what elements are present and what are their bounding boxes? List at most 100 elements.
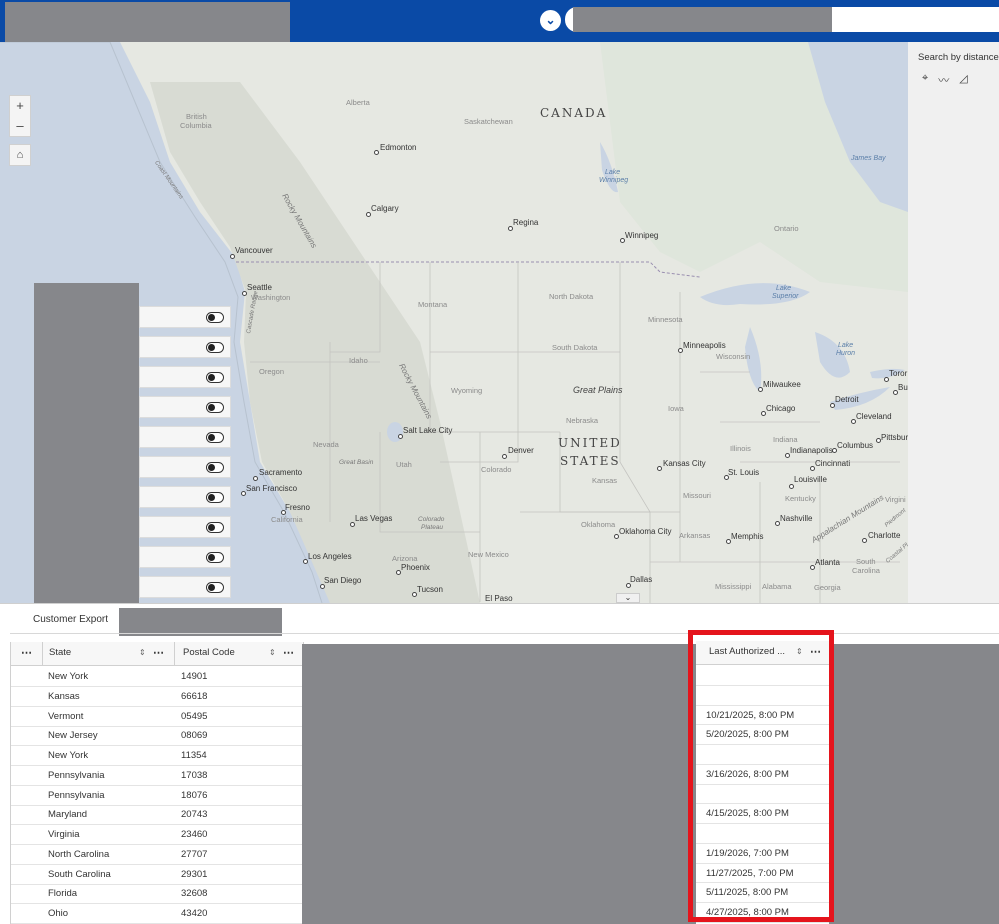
city-dot	[253, 476, 258, 481]
layer-visibility-toggle[interactable]	[206, 402, 224, 413]
city-toronto: Toror	[889, 369, 908, 378]
city-indianapolis: Indianapolis	[790, 446, 833, 455]
label-indiana: Indiana	[773, 435, 798, 444]
table-row[interactable]: New York 11354	[11, 746, 304, 766]
table-row[interactable]: Maryland 20743	[11, 805, 304, 826]
table-row[interactable]: New Jersey 08069	[11, 726, 304, 747]
more-options-icon[interactable]: ⋯	[21, 642, 32, 664]
table-row[interactable]: Ohio 43420	[11, 904, 304, 924]
cell-state: New York	[48, 671, 89, 682]
layer-visibility-toggle[interactable]	[206, 342, 224, 353]
label-carolina: Carolina	[852, 566, 880, 575]
table-row[interactable]: Florida 32608	[11, 884, 304, 905]
city-chicago: Chicago	[766, 404, 796, 413]
city-las-vegas: Las Vegas	[355, 514, 393, 523]
table-row[interactable]: Pennsylvania 18076	[11, 786, 304, 806]
label-alabama: Alabama	[762, 582, 792, 591]
line-tool-icon[interactable]: 〰	[938, 72, 949, 88]
tab-customer-export[interactable]: Customer Export	[33, 614, 108, 625]
layer-visibility-toggle[interactable]	[206, 552, 224, 563]
city-phoenix: Phoenix	[401, 563, 430, 572]
column-header-state[interactable]: State ⇕ ⋯	[43, 642, 175, 666]
point-tool-icon[interactable]: ⌖	[922, 72, 928, 88]
layer-row	[139, 486, 231, 508]
label-wyoming: Wyoming	[451, 386, 483, 395]
table-row[interactable]: New York 14901	[11, 667, 304, 687]
sort-icon[interactable]: ⇕	[269, 642, 276, 664]
table-row[interactable]: Pennsylvania 17038	[11, 766, 304, 786]
layer-visibility-toggle[interactable]	[206, 462, 224, 473]
redacted-columns-right	[829, 644, 999, 924]
city-buffalo: Bu	[898, 383, 908, 392]
redacted-tab	[119, 608, 282, 636]
layer-row	[139, 516, 231, 538]
polygon-tool-icon[interactable]: ◿	[959, 72, 967, 88]
label-british: British	[186, 112, 207, 121]
table-row[interactable]: Kansas 66618	[11, 687, 304, 707]
layer-visibility-toggle[interactable]	[206, 372, 224, 383]
redacted-layer-names	[34, 283, 139, 608]
cell-postal-code: 32608	[181, 888, 208, 900]
city-winnipeg: Winnipeg	[625, 231, 659, 240]
cell-state: Florida	[48, 888, 78, 900]
column-header-postal-code[interactable]: Postal Code ⇕ ⋯	[175, 642, 304, 666]
table-header: ⋯ State ⇕ ⋯ Postal Code ⇕ ⋯	[11, 642, 304, 666]
city-louisville: Louisville	[794, 475, 827, 484]
layer-row	[139, 396, 231, 418]
more-options-icon[interactable]: ⋯	[283, 642, 294, 664]
home-icon[interactable]: ⌂	[9, 144, 31, 166]
cell-postal-code: 14901	[181, 671, 208, 682]
more-options-icon[interactable]: ⋯	[153, 642, 164, 664]
chevron-down-icon[interactable]: ⌄	[540, 10, 561, 31]
city-detroit: Detroit	[835, 395, 859, 404]
label-mississippi: Mississippi	[715, 582, 752, 591]
label-georgia: Georgia	[814, 583, 841, 592]
cell-postal-code: 29301	[181, 868, 208, 880]
label-columbia: Columbia	[180, 121, 212, 130]
label-south: South	[856, 557, 876, 566]
layer-row	[139, 306, 231, 328]
layer-visibility-toggle[interactable]	[206, 522, 224, 533]
city-edmonton: Edmonton	[380, 143, 417, 152]
label-arkansas: Arkansas	[679, 531, 711, 540]
layer-row	[139, 426, 231, 448]
city-kansas-city: Kansas City	[663, 459, 706, 468]
layer-visibility-toggle[interactable]	[206, 312, 224, 323]
column-title: Postal Code	[183, 647, 235, 658]
city-pittsburgh: Pittsbur	[881, 433, 908, 442]
chevron-down-icon[interactable]: ⌄	[616, 593, 640, 603]
cell-postal-code: 18076	[181, 789, 208, 801]
sort-icon[interactable]: ⇕	[139, 642, 146, 664]
drawing-tools: ⌖ 〰 ◿	[922, 72, 968, 88]
city-regina: Regina	[513, 218, 539, 227]
redacted-search-text	[573, 7, 832, 32]
column-header-previous: ⋯	[11, 642, 43, 666]
cell-state: Ohio	[48, 908, 69, 919]
cell-postal-code: 23460	[181, 829, 208, 840]
city-dot	[374, 150, 379, 155]
cell-state: Pennsylvania	[48, 769, 105, 781]
city-denver: Denver	[508, 446, 534, 455]
cell-postal-code: 08069	[181, 730, 208, 742]
table-row[interactable]: North Carolina 27707	[11, 845, 304, 865]
zoom-out-button[interactable]: –	[10, 116, 30, 136]
table-row[interactable]: Virginia 23460	[11, 825, 304, 845]
layer-row	[139, 576, 231, 598]
table-row[interactable]: South Carolina 29301	[11, 865, 304, 885]
panel-title: Search by distance	[918, 52, 999, 63]
cell-postal-code: 05495	[181, 710, 208, 722]
zoom-in-button[interactable]: +	[10, 96, 30, 116]
cell-postal-code: 27707	[181, 848, 208, 860]
table-row[interactable]: Vermont 05495	[11, 707, 304, 727]
city-oklahoma-city: Oklahoma City	[619, 527, 672, 536]
city-dot	[862, 538, 867, 543]
layer-visibility-toggle[interactable]	[206, 432, 224, 443]
layer-visibility-toggle[interactable]	[206, 582, 224, 593]
layer-visibility-toggle[interactable]	[206, 492, 224, 503]
cell-postal-code: 17038	[181, 769, 208, 781]
label-nevada: Nevada	[313, 440, 339, 449]
city-minneapolis: Minneapolis	[683, 341, 726, 350]
label-virginia: Virgini	[885, 495, 906, 504]
cell-state: New York	[48, 750, 89, 761]
label-saskatchewan: Saskatchewan	[464, 117, 513, 126]
